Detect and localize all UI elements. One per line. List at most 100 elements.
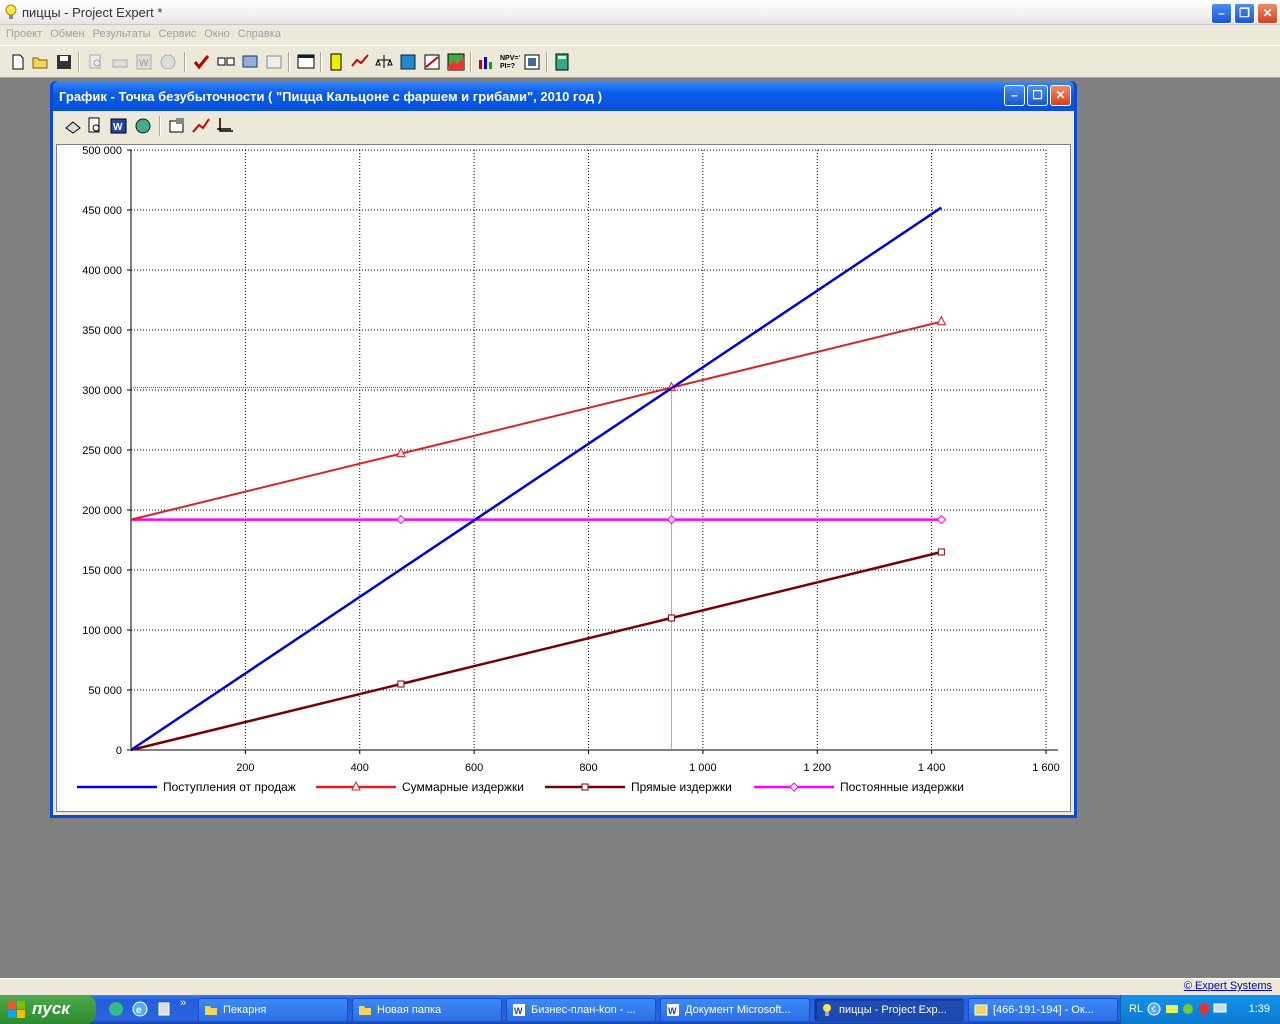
window-icon[interactable] — [296, 52, 316, 72]
report-icon[interactable] — [158, 52, 178, 72]
svg-text:NPV=?: NPV=? — [500, 55, 520, 62]
main-toolbar: W NPV=?PI=? — [0, 45, 1280, 78]
x-tick-label: 1 200 — [803, 762, 831, 774]
cashflow-icon[interactable] — [326, 52, 346, 72]
check-icon[interactable] — [192, 52, 212, 72]
start-button[interactable]: пуск — [0, 995, 96, 1024]
y-tick-label: 500 000 — [82, 145, 122, 157]
balance-icon[interactable] — [374, 52, 394, 72]
quicklaunch-desktop-icon[interactable] — [156, 1001, 172, 1017]
x-tick-label: 200 — [236, 762, 254, 774]
lightbulb-icon — [5, 4, 17, 19]
word-document-icon: W — [513, 1004, 525, 1016]
npv-pi-icon[interactable]: NPV=?PI=? — [500, 52, 520, 72]
y-tick-label: 450 000 — [82, 205, 122, 217]
app-title: пиццы - Project Expert * — [22, 5, 163, 20]
legend-label: Поступления от продаж — [163, 780, 296, 794]
svg-text:W: W — [139, 58, 149, 69]
start-label: пуск — [32, 999, 70, 1018]
preview-icon[interactable] — [85, 116, 105, 136]
calculator-icon[interactable] — [552, 52, 572, 72]
menu-exchange[interactable]: Обмен — [46, 25, 88, 45]
legend-label: Прямые издержки — [631, 780, 732, 794]
chart-minimize-button[interactable]: – — [1004, 85, 1025, 106]
task-window-466[interactable]: [466-191-194] - Ок... — [968, 998, 1118, 1022]
chart-window-title: График - Точка безубыточности ( "Пицца К… — [59, 89, 603, 104]
menu-service[interactable]: Сервис — [155, 25, 201, 45]
print-preview-icon[interactable] — [86, 52, 106, 72]
svg-text:W: W — [668, 1006, 677, 1016]
word-icon[interactable]: W — [109, 116, 129, 136]
taskbar: пуск e » Пекарня Новая папка W Бизнес-пл… — [0, 995, 1280, 1024]
print-icon[interactable] — [110, 52, 130, 72]
y-tick-label: 200 000 — [82, 505, 122, 517]
legend-marker — [581, 783, 589, 791]
app-titlebar: пиццы - Project Expert * – ❐ ✕ — [0, 0, 1280, 25]
menu-bar: Проект Обмен Результаты Сервис Окно Спра… — [0, 25, 1280, 45]
tray-monitor-icon[interactable] — [1213, 1002, 1227, 1016]
tray-network-icon[interactable] — [1165, 1002, 1179, 1016]
y-tick-label: 100 000 — [82, 625, 122, 637]
graph-icon[interactable] — [422, 52, 442, 72]
task-project-expert[interactable]: пиццы - Project Exp... — [814, 998, 964, 1022]
tray-antivirus-icon[interactable] — [1181, 1002, 1195, 1016]
quicklaunch-more-icon[interactable]: » — [180, 997, 186, 1009]
svg-text:e: e — [136, 1005, 142, 1016]
print-icon[interactable] — [63, 116, 83, 136]
menu-window[interactable]: Окно — [200, 25, 234, 45]
task-new-folder[interactable]: Новая папка — [352, 998, 502, 1022]
quicklaunch-browser-icon[interactable]: e — [132, 1001, 148, 1017]
tray-security-icon[interactable] — [1197, 1002, 1211, 1016]
restore-button[interactable]: ❐ — [1234, 3, 1255, 24]
bar-chart-icon[interactable] — [476, 52, 496, 72]
menu-project[interactable]: Проект — [2, 25, 46, 45]
expert-systems-link[interactable]: © Expert Systems — [1184, 980, 1272, 992]
save-icon[interactable] — [54, 52, 74, 72]
x-tick-label: 1 000 — [689, 762, 717, 774]
task-pekarnya[interactable]: Пекарня — [198, 998, 348, 1022]
chart-close-button[interactable]: ✕ — [1050, 85, 1071, 106]
menu-help[interactable]: Справка — [234, 25, 285, 45]
chart-window-titlebar: График - Точка безубыточности ( "Пицца К… — [53, 81, 1074, 111]
table-icon[interactable] — [264, 52, 284, 72]
checklist-icon[interactable] — [216, 52, 236, 72]
profit-icon[interactable] — [398, 52, 418, 72]
svg-text:PI=?: PI=? — [500, 63, 515, 70]
open-folder-icon[interactable] — [30, 52, 50, 72]
windows-logo-icon — [8, 1001, 25, 1018]
scenario-icon[interactable] — [522, 52, 542, 72]
folder-icon — [359, 1006, 371, 1015]
globe-icon[interactable] — [133, 116, 153, 136]
task-business-plan[interactable]: W Бизнес-план-kon - ... — [506, 998, 656, 1022]
series-line — [130, 206, 943, 752]
y-tick-label: 50 000 — [88, 685, 122, 697]
language-indicator[interactable]: RL — [1129, 1003, 1143, 1015]
menu-results[interactable]: Результаты — [89, 25, 155, 45]
area-chart-icon[interactable] — [446, 52, 466, 72]
tray-expand-icon[interactable] — [1147, 1002, 1161, 1016]
minimize-button[interactable]: – — [1211, 3, 1232, 24]
calculate-icon[interactable] — [240, 52, 260, 72]
chart-maximize-button[interactable]: ☐ — [1027, 85, 1048, 106]
new-file-icon[interactable] — [8, 52, 28, 72]
settings-icon[interactable] — [167, 116, 187, 136]
series-line — [130, 320, 942, 521]
series-line — [130, 550, 942, 752]
close-button[interactable]: ✕ — [1257, 3, 1278, 24]
quicklaunch-ie-icon[interactable] — [108, 1001, 124, 1017]
series-marker — [936, 514, 947, 525]
y-tick-label: 350 000 — [82, 325, 122, 337]
y-tick-label: 250 000 — [82, 445, 122, 457]
window-app-icon — [974, 1004, 988, 1016]
break-even-chart: 0 50 000 100 000 150 000 200 000 250 000 300 0… — [77, 145, 1060, 794]
task-word-document[interactable]: W Документ Microsoft... — [660, 998, 810, 1022]
chart-plot-area: 0 50 000 100 000 150 000 200 000 250 000 300 0… — [56, 144, 1071, 812]
cash-flow-chart-icon[interactable] — [350, 52, 370, 72]
axes-icon[interactable] — [215, 116, 235, 136]
x-tick-label: 800 — [579, 762, 597, 774]
series-marker — [396, 514, 406, 525]
x-tick-label: 400 — [351, 762, 369, 774]
svg-text:W: W — [514, 1006, 523, 1016]
line-chart-icon[interactable] — [191, 116, 211, 136]
word-export-icon[interactable]: W — [134, 52, 154, 72]
